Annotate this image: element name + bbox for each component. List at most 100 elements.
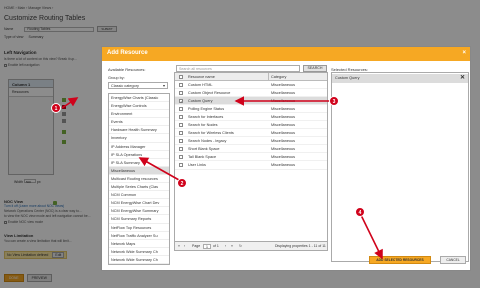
group-list-item[interactable]: NCM EnergyWise Summary <box>109 207 169 216</box>
group-list-item[interactable]: Inventory <box>109 134 169 143</box>
resource-row[interactable]: Tall Blank Space Miscellaneous <box>175 153 327 162</box>
refresh-icon[interactable]: ↻ <box>239 244 242 248</box>
group-by-value: Classic category <box>111 84 139 88</box>
group-list-item[interactable]: Network Maps <box>109 240 169 248</box>
group-list-item[interactable]: NCM EnergyWise Chart Dev <box>109 199 169 208</box>
group-list-item[interactable]: NCM Common <box>109 191 169 200</box>
prev-page-icon[interactable]: ‹ <box>184 244 185 248</box>
resource-row[interactable]: ✓ Custom Query Miscellaneous <box>175 97 327 106</box>
cancel-button[interactable]: CANCEL <box>440 256 466 264</box>
resource-category: Miscellaneous <box>271 123 296 128</box>
resource-name: Search for Nodes <box>188 123 218 128</box>
resource-checkbox[interactable]: ✓ <box>179 99 183 104</box>
group-list-item[interactable]: Multicast Routing resources <box>109 175 169 184</box>
group-by-label: Group by: <box>108 76 125 80</box>
resource-row[interactable]: Search for Nodes Miscellaneous <box>175 121 327 130</box>
resource-category: Miscellaneous <box>271 155 296 160</box>
selected-resources-box: Custom Query ✕ <box>331 72 469 262</box>
dialog-header: Add Resource × <box>102 47 470 61</box>
last-page-icon[interactable]: » <box>231 244 233 248</box>
group-by-select[interactable]: Classic category ▾ <box>108 82 168 89</box>
grid-header-name[interactable]: Resource name <box>188 73 215 81</box>
resource-checkbox[interactable] <box>179 147 183 152</box>
group-list-item[interactable]: NetFlow Top Resources <box>109 224 169 232</box>
available-resources-label: Available Resources: <box>108 67 146 72</box>
group-list-item[interactable]: IP Address Manager <box>109 143 169 151</box>
selected-resource-item[interactable]: Custom Query ✕ <box>332 74 468 83</box>
resource-checkbox[interactable] <box>179 131 183 136</box>
group-list-item[interactable]: Network Wide Summary Ch <box>109 248 169 256</box>
resource-checkbox[interactable] <box>179 155 183 160</box>
resource-checkbox[interactable] <box>179 139 183 144</box>
resource-row[interactable]: Custom HTML Miscellaneous <box>175 81 327 90</box>
select-all-checkbox[interactable] <box>179 75 183 79</box>
group-list-item[interactable]: Environment <box>109 110 169 119</box>
resource-name: Tall Blank Space <box>188 155 217 160</box>
group-list-item[interactable]: EnergyWise Controls <box>109 102 169 111</box>
dialog-title: Add Resource <box>107 50 148 56</box>
callout-1: 1 <box>51 103 61 113</box>
resource-row[interactable]: Search for Wireless Clients Miscellaneous <box>175 129 327 138</box>
resource-row[interactable]: Polling Engine Status Miscellaneous <box>175 105 327 114</box>
chevron-down-icon: ▾ <box>162 83 165 88</box>
resource-name: Custom Object Resource <box>188 91 231 96</box>
group-list-item[interactable]: Hardware Health Summary <box>109 126 169 135</box>
resource-category: Miscellaneous <box>271 147 296 152</box>
group-list[interactable]: EnergyWise Charts (Classic EnergyWise Con… <box>108 93 170 265</box>
resource-name: User Links <box>188 163 206 168</box>
resource-name: Search Nodes - legacy <box>188 139 227 144</box>
resource-name: Search for Interfaces <box>188 115 224 120</box>
group-list-item[interactable]: NetFlow Traffic Analyzer Su <box>109 232 169 240</box>
add-resource-dialog: Add Resource × Available Resources: Sear… <box>101 46 471 271</box>
resource-checkbox[interactable] <box>179 83 183 87</box>
resource-category: Miscellaneous <box>271 139 296 144</box>
grid-header: Resource name Category <box>175 73 327 81</box>
resource-grid: Resource name Category Custom HTML Miscel… <box>174 72 328 242</box>
search-button[interactable]: SEARCH <box>303 65 327 72</box>
resource-name: Polling Engine Status <box>188 107 225 112</box>
group-list-item[interactable]: Multiple Series Charts (Clas <box>109 183 169 192</box>
resource-row[interactable]: Short Blank Space Miscellaneous <box>175 145 327 154</box>
resource-checkbox[interactable] <box>179 91 183 96</box>
resource-category: Miscellaneous <box>271 131 296 136</box>
group-list-item[interactable]: Miscellaneous <box>109 166 169 175</box>
resource-name: Short Blank Space <box>188 147 220 152</box>
group-list-item[interactable]: EnergyWise Charts (Classic <box>109 94 169 103</box>
resource-row[interactable]: User Links Miscellaneous <box>175 161 327 170</box>
group-list-item[interactable]: Network Wide Summary Ch <box>109 256 169 264</box>
remove-icon[interactable]: ✕ <box>460 74 465 83</box>
group-list-item[interactable]: IP SLA Summary <box>109 159 169 167</box>
resource-checkbox[interactable] <box>179 115 183 120</box>
first-page-icon[interactable]: « <box>178 244 180 248</box>
selected-resource-name: Custom Query <box>335 76 360 80</box>
add-selected-resources-button[interactable]: ADD SELECTED RESOURCES <box>369 256 431 264</box>
group-list-item[interactable]: IP SLA Operations <box>109 151 169 159</box>
close-icon[interactable]: × <box>462 50 466 56</box>
pager-of: of 1 <box>213 244 219 248</box>
column-separator <box>268 73 269 81</box>
resource-row[interactable]: Search Nodes - legacy Miscellaneous <box>175 137 327 146</box>
resource-checkbox[interactable] <box>179 123 183 128</box>
resource-row[interactable]: Custom Object Resource Miscellaneous <box>175 89 327 98</box>
resource-category: Miscellaneous <box>271 99 296 104</box>
resource-row[interactable]: Search for Interfaces Miscellaneous <box>175 113 327 122</box>
callout-4: 4 <box>355 207 365 217</box>
pager-page-label: Page <box>192 244 201 248</box>
resource-name: Custom Query <box>188 99 213 104</box>
search-input[interactable]: Search all resources <box>176 65 300 72</box>
resource-name: Search for Wireless Clients <box>188 131 234 136</box>
resource-category: Miscellaneous <box>271 115 296 120</box>
resource-category: Miscellaneous <box>271 163 296 168</box>
resource-checkbox[interactable] <box>179 107 183 112</box>
resource-name: Custom HTML <box>188 83 213 87</box>
resource-category: Miscellaneous <box>271 91 296 96</box>
next-page-icon[interactable]: › <box>225 244 226 248</box>
resource-checkbox[interactable] <box>179 163 183 168</box>
group-list-item[interactable]: Events <box>109 118 169 127</box>
pager-page-input[interactable]: 1 <box>203 243 211 249</box>
callout-2: 2 <box>177 178 187 188</box>
resource-category: Miscellaneous <box>271 83 296 87</box>
group-list-item[interactable]: NCM Summary Reports <box>109 215 169 224</box>
grid-header-category[interactable]: Category <box>271 73 286 81</box>
callout-3: 3 <box>329 96 339 106</box>
